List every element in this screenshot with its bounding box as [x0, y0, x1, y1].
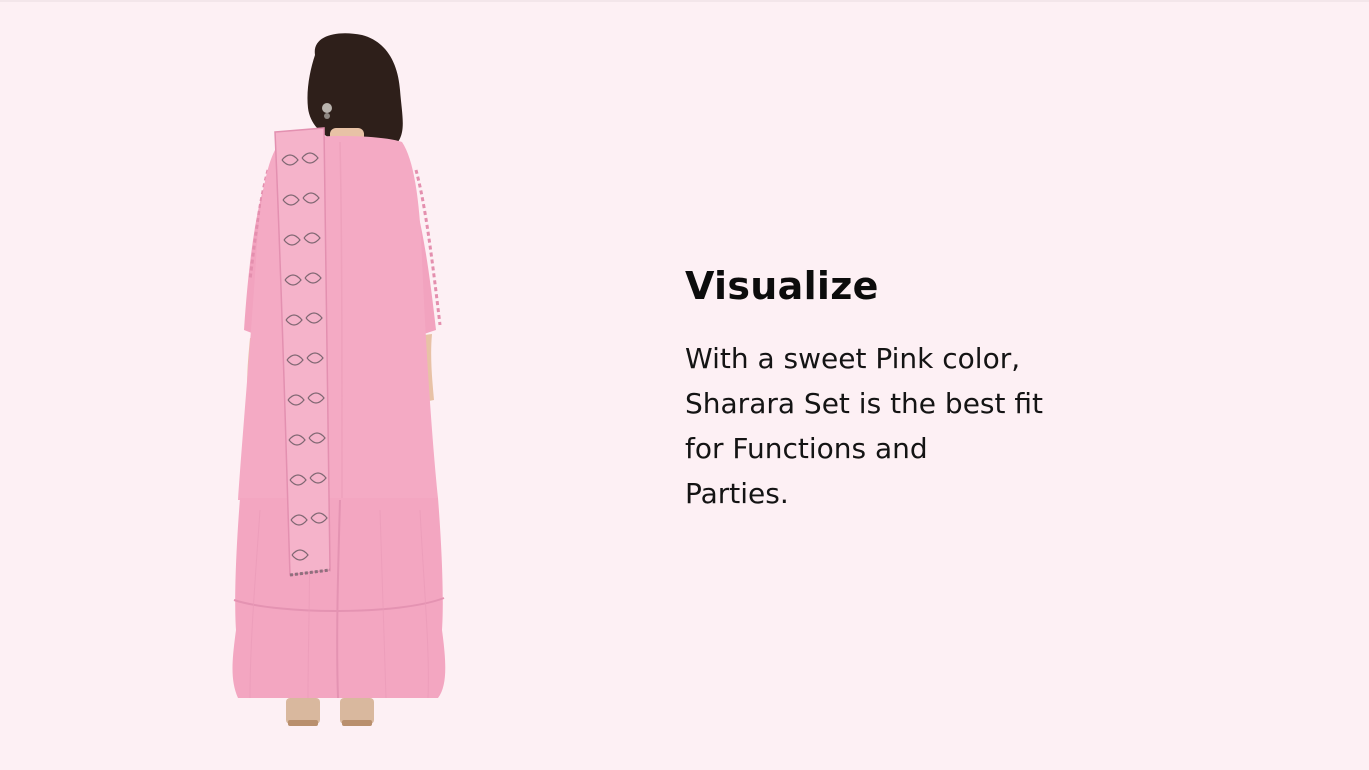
description-text: With a sweet Pink color, Sharara Set is …: [685, 342, 1043, 510]
product-description: Visualize With a sweet Pink color, Shara…: [685, 258, 1105, 516]
top-divider: [0, 0, 1369, 2]
earring: [322, 103, 332, 113]
model-illustration: [232, 33, 446, 726]
product-image: [220, 30, 460, 740]
section-heading: Visualize: [685, 264, 879, 308]
kurta: [238, 136, 438, 500]
